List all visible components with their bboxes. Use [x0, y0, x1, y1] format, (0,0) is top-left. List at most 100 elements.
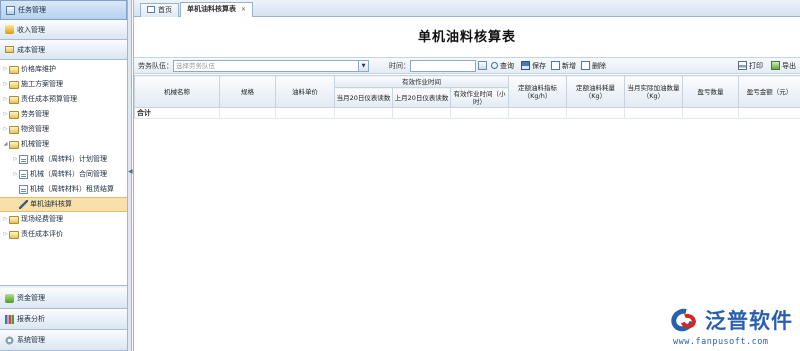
delete-icon [581, 61, 590, 70]
folder-icon [9, 125, 19, 134]
query-label: 查询 [500, 61, 514, 70]
collapse-arrow-icon[interactable]: ◢ [2, 137, 9, 152]
tree-item-machinery-contract[interactable]: ▷ 机械（周转料）合同管理 [0, 167, 127, 182]
document-icon [19, 170, 28, 179]
folder-icon [9, 80, 19, 89]
table-cell[interactable] [682, 107, 739, 119]
column-header-last-reading[interactable]: 上月20日仪表读数 [392, 87, 451, 108]
tree-item-site-expenses[interactable]: ▷ 现场经费管理 [0, 212, 127, 227]
print-label: 打印 [749, 61, 763, 70]
new-document-icon [551, 61, 560, 70]
export-label: 导出 [782, 61, 796, 70]
column-header-current-reading[interactable]: 当月20日仪表读数 [334, 87, 393, 108]
column-header-fuel-unit-price[interactable]: 油料单价 [275, 75, 335, 108]
tree-item-materials[interactable]: ▷ 物资管理 [0, 122, 127, 137]
total-row: 合计 [134, 107, 800, 119]
expand-arrow-icon[interactable]: ▷ [12, 152, 19, 167]
tree-item-fuel-accounting[interactable]: 单机油料核算 [0, 197, 127, 212]
team-label: 劳务队伍： [138, 61, 173, 70]
tree-item-label: 物资管理 [21, 125, 49, 133]
page-title: 单机油料核算表 [417, 30, 516, 45]
team-select-input[interactable]: 选择劳务队伍 [173, 59, 359, 72]
table-cell[interactable] [392, 107, 451, 119]
table-cell[interactable] [275, 107, 335, 119]
expand-arrow-icon[interactable]: ▷ [2, 77, 9, 92]
nav-section-cost-management[interactable]: 成本管理 [0, 40, 127, 60]
nav-section-system-management[interactable]: 系统管理 [0, 330, 127, 351]
column-header-quota-consumption[interactable]: 定额油料耗量（Kg） [566, 75, 625, 108]
table-cell[interactable] [624, 107, 683, 119]
folder-icon [9, 95, 19, 104]
expand-arrow-icon[interactable]: ▷ [2, 227, 9, 242]
tab-home[interactable]: 首页 [140, 3, 179, 17]
money-bag-icon [5, 25, 14, 34]
collapse-left-icon[interactable]: ◀ [128, 168, 133, 175]
table-cell[interactable] [566, 107, 625, 119]
tab-fuel-accounting[interactable]: 单机油料核算表 ✕ [180, 2, 254, 17]
panel-splitter[interactable]: ◀ [128, 0, 133, 351]
close-tab-icon[interactable]: ✕ [241, 6, 246, 13]
column-header-effective-time[interactable]: 有效作业时间 [334, 75, 509, 88]
tree-item-price-library[interactable]: ▷ 价格库维护 [0, 62, 127, 77]
column-header-actual-refuel[interactable]: 当月实际加油数量（Kg） [624, 75, 683, 108]
column-header-surplus-quantity[interactable]: 盈亏数量 [682, 75, 739, 108]
time-input[interactable] [410, 59, 476, 72]
home-icon [147, 6, 155, 13]
tree-item-label: 现场经费管理 [21, 215, 63, 223]
expand-arrow-icon[interactable]: ▷ [2, 62, 9, 77]
expand-arrow-icon[interactable]: ▷ [2, 212, 9, 227]
nav-section-task-management[interactable]: 任务管理 [0, 0, 127, 20]
table-cell[interactable] [508, 107, 567, 119]
expand-arrow-icon[interactable]: ▷ [2, 122, 9, 137]
table-cell[interactable] [334, 107, 393, 119]
nav-section-fund-management[interactable]: 资金管理 [0, 288, 127, 309]
folder-open-icon [9, 140, 19, 149]
delete-label: 删除 [592, 61, 606, 70]
nav-section-report-analysis[interactable]: 报表分析 [0, 309, 127, 330]
export-button[interactable]: 导出 [771, 61, 796, 71]
calendar-icon[interactable] [478, 61, 487, 70]
tree-item-machinery[interactable]: ◢ 机械管理 [0, 137, 127, 152]
tab-label: 单机油料核算表 [187, 5, 236, 13]
delete-button[interactable]: 删除 [581, 61, 606, 71]
expand-arrow-icon[interactable]: ▷ [12, 167, 19, 182]
fuel-accounting-grid: 机械名称 规格 油料单价 有效作业时间 定额油料指标（Kg/h） 定额油料耗量（… [134, 75, 800, 119]
tree-item-machinery-lease[interactable]: 机械（周转材料）租赁结算 [0, 182, 127, 197]
tree-item-labor[interactable]: ▷ 劳务管理 [0, 107, 127, 122]
logo-name: 泛普软件 [705, 309, 793, 333]
tree-item-label: 价格库维护 [21, 65, 56, 73]
expand-arrow-icon[interactable]: ▷ [2, 107, 9, 122]
tree-item-construction-plan[interactable]: ▷ 施工方案管理 [0, 77, 127, 92]
print-button[interactable]: 打印 [738, 61, 763, 71]
folder-icon [9, 230, 19, 239]
tab-label: 首页 [158, 6, 172, 14]
tab-bar: 首页 单机油料核算表 ✕ [134, 0, 800, 17]
left-navigation: 任务管理 收入管理 成本管理 ▷ 价格库维护 ▷ 施工方案管理 ▷ 责任成本预算… [0, 0, 128, 351]
column-header-quota-index[interactable]: 定额油料指标（Kg/h） [508, 75, 567, 108]
column-header-surplus-amount[interactable]: 盈亏金额（元） [738, 75, 800, 108]
dropdown-arrow-icon[interactable]: ▼ [359, 59, 369, 72]
tree-item-machinery-plan[interactable]: ▷ 机械（周转料）计划管理 [0, 152, 127, 167]
main-content: 首页 单机油料核算表 ✕ 单机油料核算表 劳务队伍： 选择劳务队伍 ▼ 时间： 查… [133, 0, 800, 351]
save-button[interactable]: 保存 [521, 61, 546, 71]
column-header-effective-hours[interactable]: 有效作业时间（小时） [450, 87, 509, 108]
column-header-machine-name[interactable]: 机械名称 [134, 75, 220, 108]
table-cell[interactable] [450, 107, 509, 119]
brand-logo: 泛普软件 www.fanpusoft.com [667, 304, 797, 349]
table-cell[interactable] [219, 107, 276, 119]
nav-section-label: 报表分析 [17, 315, 45, 323]
folder-icon [9, 215, 19, 224]
tree-item-label: 单机油料核算 [30, 200, 72, 208]
folder-icon [5, 46, 14, 53]
tree-item-cost-evaluation[interactable]: ▷ 责任成本评价 [0, 227, 127, 242]
table-cell[interactable] [738, 107, 800, 119]
expand-arrow-icon[interactable]: ▷ [2, 92, 9, 107]
tree-item-label: 施工方案管理 [21, 80, 63, 88]
add-button[interactable]: 新增 [551, 61, 576, 71]
tree-item-cost-budget[interactable]: ▷ 责任成本预算管理 [0, 92, 127, 107]
query-button[interactable]: 查询 [491, 61, 514, 71]
time-label: 时间： [389, 61, 410, 70]
nav-section-income-management[interactable]: 收入管理 [0, 20, 127, 40]
column-header-spec[interactable]: 规格 [219, 75, 276, 108]
bar-chart-icon [5, 314, 14, 324]
